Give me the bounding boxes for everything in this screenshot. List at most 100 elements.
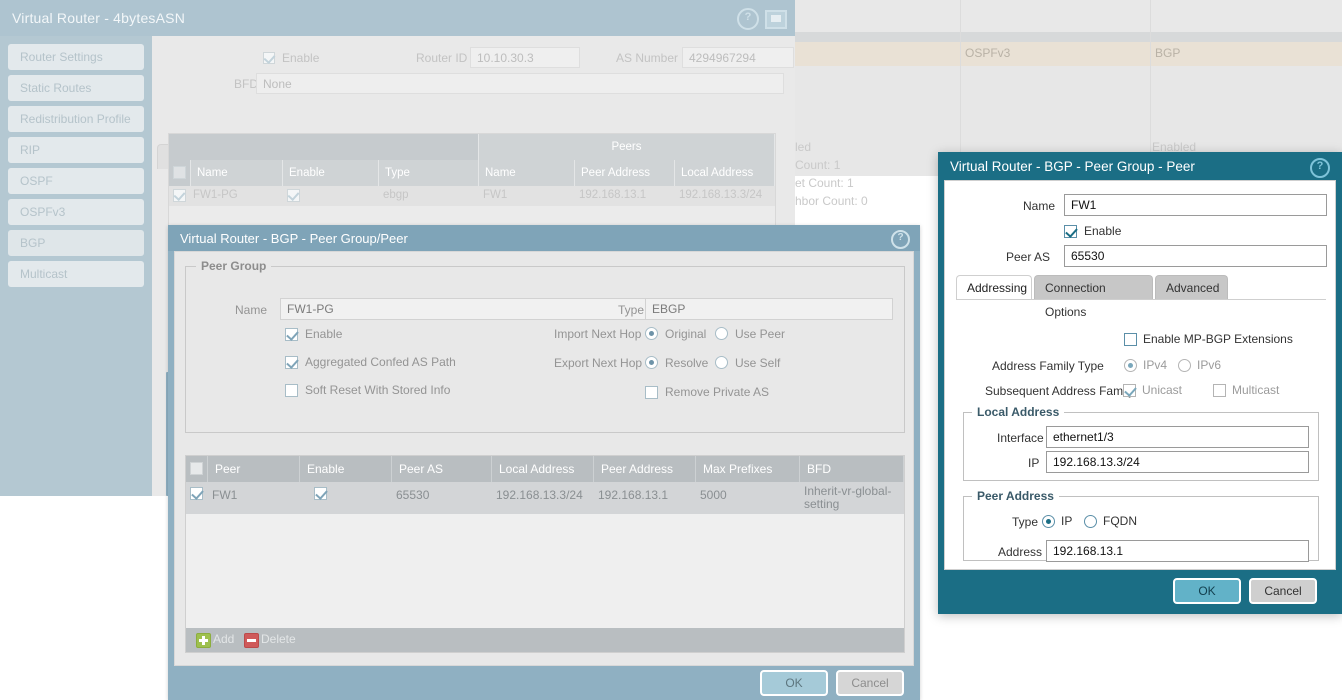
subsequent-multicast-label: Multicast: [1232, 383, 1279, 397]
tab-addressing[interactable]: Addressing: [956, 275, 1032, 299]
subsequent-unicast-checkbox[interactable]: [1123, 384, 1136, 397]
pg-import-original-radio[interactable]: [645, 327, 658, 340]
sidebar-item-multicast[interactable]: Multicast: [8, 261, 144, 287]
table-group-header-peers: Peers: [479, 134, 775, 160]
row-select-checkbox[interactable]: [173, 189, 186, 202]
pg-soft-reset-checkbox[interactable]: [285, 384, 298, 397]
col-name: Name: [191, 160, 283, 186]
sidebar-item-redistribution-profile[interactable]: Redistribution Profile: [8, 106, 144, 132]
col-peer-address: Peer Address: [575, 160, 675, 186]
col-peer-name: Name: [479, 160, 575, 186]
sidebar-item-ospfv3[interactable]: OSPFv3: [8, 199, 144, 225]
pg-name-label: Name: [235, 303, 267, 317]
help-icon[interactable]: ?: [737, 8, 759, 30]
add-icon[interactable]: [196, 633, 211, 648]
background-status-2: et Count: 1: [795, 176, 854, 190]
peer-col-bfd: BFD: [800, 456, 904, 482]
col-enable: Enable: [283, 160, 379, 186]
peer-table: Peer Enable Peer AS Local Address Peer A…: [185, 455, 905, 653]
virtual-router-sidebar: Router Settings Static Routes Redistribu…: [0, 36, 152, 496]
restore-icon[interactable]: [765, 10, 787, 29]
subsequent-address-family-label: Subsequent Address Family: [985, 384, 1134, 398]
sidebar-item-rip[interactable]: RIP: [8, 137, 144, 163]
as-number-input[interactable]: 4294967294: [682, 47, 794, 68]
delete-button[interactable]: Delete: [261, 632, 296, 646]
tab-connection-options[interactable]: Connection Options: [1034, 275, 1153, 299]
cell-name: FW1-PG: [193, 189, 238, 201]
select-all-checkbox[interactable]: [173, 166, 186, 179]
pg-ok-button[interactable]: OK: [760, 670, 828, 696]
local-interface-label: Interface: [997, 431, 1044, 445]
peer-address-select[interactable]: 192.168.13.1: [1046, 540, 1309, 562]
address-family-ipv4-radio[interactable]: [1124, 359, 1137, 372]
pg-enable-checkbox[interactable]: [285, 328, 298, 341]
peer-group-titlebar: Virtual Router - BGP - Peer Group/Peer ?: [168, 225, 920, 251]
peer-cell-peer-as: 65530: [396, 488, 429, 502]
col-local-address: Local Address: [675, 160, 775, 186]
pg-aggregated-confed-checkbox[interactable]: [285, 356, 298, 369]
peer-group-legend: Peer Group: [196, 259, 271, 273]
pg-import-next-hop-label: Import Next Hop: [554, 327, 641, 341]
background-col-bgp: BGP: [1155, 46, 1180, 60]
peer-cell-local-address: 192.168.13.3/24: [496, 488, 583, 502]
pg-enable-label: Enable: [305, 327, 342, 341]
pg-cancel-button[interactable]: Cancel: [836, 670, 904, 696]
bfd-select[interactable]: None: [256, 73, 784, 94]
router-id-label: Router ID: [416, 51, 467, 65]
peer-as-input[interactable]: 65530: [1064, 245, 1327, 267]
background-status-0: led: [795, 140, 811, 154]
col-type: Type: [379, 160, 479, 186]
pg-import-original-label: Original: [665, 327, 706, 341]
local-address-legend: Local Address: [972, 405, 1064, 419]
pg-import-use-peer-label: Use Peer: [735, 327, 785, 341]
address-family-ipv6-radio[interactable]: [1178, 359, 1191, 372]
peer-address-ip-radio[interactable]: [1042, 515, 1055, 528]
mp-bgp-extensions-label: Enable MP-BGP Extensions: [1143, 332, 1293, 346]
peer-enable-label: Enable: [1084, 224, 1121, 238]
subsequent-unicast-label: Unicast: [1142, 383, 1182, 397]
sidebar-item-static-routes[interactable]: Static Routes: [8, 75, 144, 101]
peer-address-fqdn-radio[interactable]: [1084, 515, 1097, 528]
peer-row-select-checkbox[interactable]: [190, 487, 203, 500]
pg-export-use-self-radio[interactable]: [715, 356, 728, 369]
pg-import-use-peer-radio[interactable]: [715, 327, 728, 340]
peer-name-label: Name: [1023, 199, 1055, 213]
peer-address-label: Address: [998, 545, 1042, 559]
peer-col-local-address: Local Address: [492, 456, 594, 482]
tab-advanced[interactable]: Advanced: [1155, 275, 1228, 299]
virtual-router-titlebar: Virtual Router - 4bytesASN ?: [0, 0, 795, 36]
vr-enable-checkbox[interactable]: [263, 52, 275, 64]
local-interface-select[interactable]: ethernet1/3: [1046, 426, 1309, 448]
subsequent-multicast-checkbox[interactable]: [1213, 384, 1226, 397]
help-icon[interactable]: ?: [891, 230, 910, 249]
sidebar-item-router-settings[interactable]: Router Settings: [8, 44, 144, 70]
peer-group-peer-dialog: Virtual Router - BGP - Peer Group/Peer ?…: [168, 225, 920, 700]
peer-group-dialog-body: Peer Group Name FW1-PG Enable Aggregated…: [174, 251, 914, 666]
peer-col-max-prefixes: Max Prefixes: [696, 456, 800, 482]
help-icon[interactable]: ?: [1310, 158, 1330, 178]
add-button[interactable]: Add: [213, 632, 234, 646]
pg-aggregated-confed-label: Aggregated Confed AS Path: [305, 355, 456, 369]
sidebar-item-ospf[interactable]: OSPF: [8, 168, 144, 194]
peer-cancel-button[interactable]: Cancel: [1249, 578, 1317, 604]
pg-type-select[interactable]: EBGP: [645, 298, 893, 320]
pg-remove-private-as-checkbox[interactable]: [645, 386, 658, 399]
router-id-input[interactable]: 10.10.30.3: [470, 47, 580, 68]
peer-ok-button[interactable]: OK: [1173, 578, 1241, 604]
peer-select-all-checkbox[interactable]: [190, 462, 203, 475]
peer-group-fieldset: Peer Group: [185, 266, 905, 433]
mp-bgp-extensions-checkbox[interactable]: [1124, 333, 1137, 346]
bgp-peer-dialog-footer: OK Cancel: [938, 570, 1342, 614]
sidebar-item-bgp[interactable]: BGP: [8, 230, 144, 256]
peer-col-peer: Peer: [208, 456, 300, 482]
peer-name-input[interactable]: FW1: [1064, 194, 1327, 216]
virtual-router-title: Virtual Router - 4bytesASN: [12, 10, 185, 26]
local-ip-select[interactable]: 192.168.13.3/24: [1046, 451, 1309, 473]
background-status-3: hbor Count: 0: [795, 194, 868, 208]
peer-address-fqdn-label: FQDN: [1103, 514, 1137, 528]
peer-cell-max-prefixes: 5000: [700, 488, 727, 502]
pg-export-resolve-radio[interactable]: [645, 356, 658, 369]
cell-enable-checkbox: [287, 189, 300, 202]
peer-enable-checkbox[interactable]: [1064, 225, 1077, 238]
delete-icon[interactable]: [244, 633, 259, 648]
